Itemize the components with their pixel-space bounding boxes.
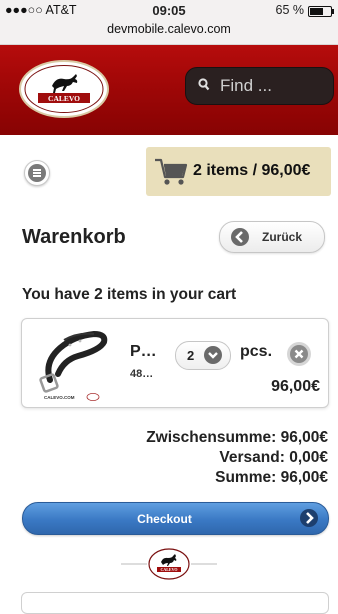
- status-bar: ●●●○○ AT&T 09:05 65 % devmobile.calevo.c…: [0, 0, 338, 45]
- checkout-label: Checkout: [137, 512, 192, 526]
- subtotal: Zwischensumme: 96,00€: [146, 429, 328, 446]
- quantity-unit: pcs.: [240, 343, 273, 360]
- shipping-cost: Versand: 0,00€: [219, 449, 328, 466]
- menu-icon: [28, 164, 46, 182]
- battery-icon: [308, 6, 334, 17]
- battery-percent: 65 %: [275, 3, 305, 17]
- remove-item-button[interactable]: [287, 342, 311, 366]
- close-icon: [290, 345, 308, 363]
- product-sku: 48…: [130, 368, 154, 380]
- item-price: 96,00€: [271, 378, 320, 395]
- cart-item: CALEVO.COM P… 48… 2 pcs. 96,00€: [21, 318, 329, 408]
- logo-text: CALEVO: [48, 94, 80, 103]
- quantity-value: 2: [187, 348, 195, 363]
- mini-cart-summary: 2 items / 96,00€: [193, 162, 311, 179]
- cart-items-heading: You have 2 items in your cart: [22, 286, 237, 303]
- back-button-label: Zurück: [262, 230, 303, 244]
- address-bar-url[interactable]: devmobile.calevo.com: [0, 22, 338, 36]
- checkout-button[interactable]: Checkout: [22, 502, 329, 535]
- arrow-left-icon: [231, 228, 249, 246]
- quantity-select[interactable]: 2: [175, 341, 231, 370]
- grand-total: Summe: 96,00€: [215, 469, 328, 486]
- page-title: Warenkorb: [22, 226, 126, 248]
- footer-logo[interactable]: CALEVO: [121, 546, 217, 582]
- search-icon: [198, 78, 210, 91]
- image-caption: CALEVO.COM: [44, 395, 75, 400]
- back-button[interactable]: Zurück: [219, 221, 325, 253]
- cart-totals: Zwischensumme: 96,00€ Versand: 0,00€ Sum…: [146, 428, 328, 488]
- chevron-down-icon: [204, 346, 222, 364]
- shopping-cart-icon: [155, 158, 188, 185]
- footer-panel: [21, 592, 329, 614]
- site-header: CALEVO Find ...: [0, 45, 338, 135]
- search-input[interactable]: Find ...: [185, 67, 334, 105]
- product-image[interactable]: CALEVO.COM: [30, 322, 110, 402]
- footer-logo-text: CALEVO: [160, 567, 177, 572]
- menu-button[interactable]: [24, 160, 50, 186]
- arrow-right-icon: [300, 509, 318, 527]
- mini-cart-button[interactable]: 2 items / 96,00€: [146, 147, 331, 196]
- search-placeholder: Find ...: [220, 76, 272, 95]
- calevo-logo[interactable]: CALEVO: [18, 59, 110, 119]
- product-name[interactable]: P…: [130, 343, 157, 361]
